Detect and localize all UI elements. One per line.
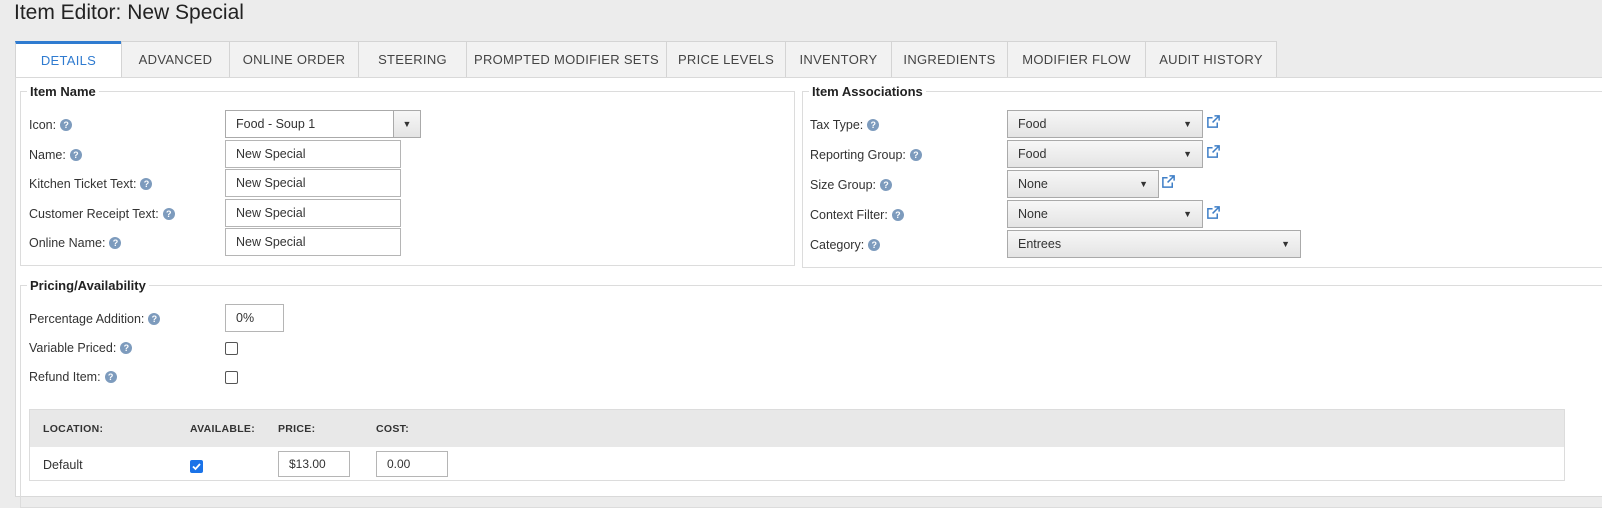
percentage-label-row: Percentage Addition: ? xyxy=(29,311,161,327)
help-icon[interactable]: ? xyxy=(148,313,161,325)
check-icon xyxy=(192,463,201,471)
chevron-down-icon: ▼ xyxy=(1139,179,1148,189)
external-link-icon[interactable] xyxy=(1161,174,1176,189)
icon-select[interactable]: Food - Soup 1 ▼ xyxy=(225,110,421,138)
context-label-row: Context Filter: ? xyxy=(810,207,904,223)
size-group-value: None xyxy=(1018,177,1048,191)
item-associations-legend: Item Associations xyxy=(812,84,923,99)
location-pricing-table: LOCATION: AVAILABLE: PRICE: COST: Defaul… xyxy=(29,409,1565,481)
location-header: LOCATION: xyxy=(43,423,104,435)
refund-label-row: Refund Item: ? xyxy=(29,369,117,385)
help-icon[interactable]: ? xyxy=(868,239,881,251)
external-link-icon[interactable] xyxy=(1206,114,1221,129)
table-header: LOCATION: AVAILABLE: PRICE: COST: xyxy=(30,410,1564,447)
tab-inventory[interactable]: INVENTORY xyxy=(785,41,891,78)
percentage-addition-input[interactable]: 0% xyxy=(225,304,284,332)
help-icon[interactable]: ? xyxy=(867,119,880,131)
price-input[interactable]: $13.00 xyxy=(278,451,350,477)
chevron-down-icon[interactable]: ▼ xyxy=(393,111,420,137)
tax-label-row: Tax Type: ? xyxy=(810,117,880,133)
chevron-down-icon: ▼ xyxy=(1183,149,1192,159)
context-filter-select[interactable]: None ▼ xyxy=(1007,200,1203,228)
size-group-label: Size Group: xyxy=(810,178,877,192)
refund-item-checkbox[interactable] xyxy=(225,371,238,384)
kitchen-ticket-label: Kitchen Ticket Text: xyxy=(29,177,137,191)
tab-bar: DETAILS ADVANCED ONLINE ORDER STEERING P… xyxy=(15,41,1277,78)
tab-steering[interactable]: STEERING xyxy=(358,41,466,78)
price-header: PRICE: xyxy=(278,423,316,435)
tab-online-order[interactable]: ONLINE ORDER xyxy=(229,41,358,78)
chevron-down-icon: ▼ xyxy=(1183,119,1192,129)
icon-select-value: Food - Soup 1 xyxy=(236,117,316,131)
name-label: Name: xyxy=(29,148,66,162)
reporting-group-select[interactable]: Food ▼ xyxy=(1007,140,1203,168)
tab-prompted-modifier-sets[interactable]: PROMPTED MODIFIER SETS xyxy=(466,41,666,78)
variable-priced-label: Variable Priced: xyxy=(29,341,117,355)
external-link-icon[interactable] xyxy=(1206,205,1221,220)
size-label-row: Size Group: ? xyxy=(810,177,893,193)
refund-item-label: Refund Item: xyxy=(29,370,101,384)
icon-label: Icon: xyxy=(29,118,57,132)
kitchen-ticket-input[interactable]: New Special xyxy=(225,169,401,197)
tab-audit-history[interactable]: AUDIT HISTORY xyxy=(1145,41,1277,78)
cost-input[interactable]: 0.00 xyxy=(376,451,448,477)
help-icon[interactable]: ? xyxy=(60,119,73,131)
category-label: Category: xyxy=(810,238,865,252)
reporting-group-value: Food xyxy=(1018,147,1047,161)
icon-label-row: Icon: ? xyxy=(29,117,73,133)
available-header: AVAILABLE: xyxy=(190,423,256,435)
percentage-addition-label: Percentage Addition: xyxy=(29,312,145,326)
details-panel: Item Name Icon: ? Food - Soup 1 ▼ Name: … xyxy=(15,77,1602,508)
name-label-row: Name: ? xyxy=(29,147,82,163)
category-value: Entrees xyxy=(1018,237,1062,251)
help-icon[interactable]: ? xyxy=(162,208,175,220)
receipt-label-row: Customer Receipt Text: ? xyxy=(29,206,175,222)
online-label-row: Online Name: ? xyxy=(29,235,122,251)
tab-modifier-flow[interactable]: MODIFIER FLOW xyxy=(1007,41,1145,78)
help-icon[interactable]: ? xyxy=(69,149,82,161)
pricing-availability-legend: Pricing/Availability xyxy=(30,278,146,293)
online-name-label: Online Name: xyxy=(29,236,106,250)
category-label-row: Category: ? xyxy=(810,237,881,253)
tax-type-value: Food xyxy=(1018,117,1047,131)
size-group-select[interactable]: None ▼ xyxy=(1007,170,1159,198)
chevron-down-icon: ▼ xyxy=(1183,209,1192,219)
chevron-down-icon: ▼ xyxy=(1281,239,1290,249)
tab-advanced[interactable]: ADVANCED xyxy=(121,41,229,78)
customer-receipt-input[interactable]: New Special xyxy=(225,199,401,227)
customer-receipt-label: Customer Receipt Text: xyxy=(29,207,159,221)
location-cell: Default xyxy=(43,458,83,472)
reporting-group-label: Reporting Group: xyxy=(810,148,906,162)
tab-details[interactable]: DETAILS xyxy=(15,41,121,78)
help-icon[interactable]: ? xyxy=(891,209,904,221)
variable-label-row: Variable Priced: ? xyxy=(29,340,133,356)
tax-type-label: Tax Type: xyxy=(810,118,864,132)
external-link-icon[interactable] xyxy=(1206,144,1221,159)
online-name-input[interactable]: New Special xyxy=(225,228,401,256)
help-icon[interactable]: ? xyxy=(109,237,122,249)
variable-priced-checkbox[interactable] xyxy=(225,342,238,355)
available-checkbox[interactable] xyxy=(190,460,203,473)
kitchen-label-row: Kitchen Ticket Text: ? xyxy=(29,176,153,192)
context-filter-label: Context Filter: xyxy=(810,208,888,222)
page-title: Item Editor: New Special xyxy=(14,1,244,24)
help-icon[interactable]: ? xyxy=(880,179,893,191)
cost-header: COST: xyxy=(376,423,409,435)
help-icon[interactable]: ? xyxy=(120,342,133,354)
tab-price-levels[interactable]: PRICE LEVELS xyxy=(666,41,785,78)
tax-type-select[interactable]: Food ▼ xyxy=(1007,110,1203,138)
category-select[interactable]: Entrees ▼ xyxy=(1007,230,1301,258)
reporting-label-row: Reporting Group: ? xyxy=(810,147,922,163)
item-name-legend: Item Name xyxy=(30,84,96,99)
help-icon[interactable]: ? xyxy=(909,149,922,161)
help-icon[interactable]: ? xyxy=(140,178,153,190)
context-filter-value: None xyxy=(1018,207,1048,221)
name-input[interactable]: New Special xyxy=(225,140,401,168)
help-icon[interactable]: ? xyxy=(104,371,117,383)
tab-ingredients[interactable]: INGREDIENTS xyxy=(891,41,1007,78)
